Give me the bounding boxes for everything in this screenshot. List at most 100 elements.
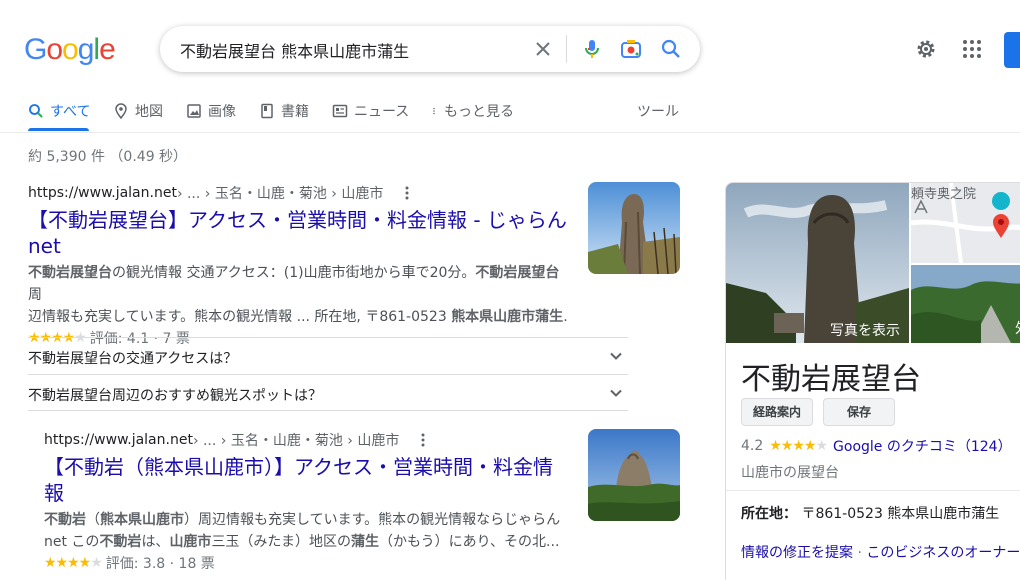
image-icon	[187, 104, 201, 118]
logo-letter: g	[77, 33, 95, 66]
snippet-highlight: 不動岩	[99, 534, 142, 550]
directions-button[interactable]: 経路案内	[741, 398, 813, 426]
tab-more[interactable]: もっと見る	[430, 101, 514, 121]
suggest-edit-link[interactable]: 情報の修正を提案	[741, 545, 853, 561]
kp-rating-value: 4.2	[741, 438, 764, 454]
search-tabs: すべて 地図 画像 書籍 ニュース もっと見る ツール	[0, 88, 1020, 133]
tab-news[interactable]: ニュース	[332, 101, 409, 121]
more-vert-icon	[433, 107, 435, 115]
result-thumbnail[interactable]	[588, 182, 680, 274]
book-icon	[261, 103, 273, 119]
kp-reviews-link[interactable]: Google のクチコミ（124）	[833, 436, 1012, 456]
clear-icon[interactable]	[531, 37, 555, 61]
kp-map[interactable]: 頼寺奥之院	[910, 183, 1020, 264]
snippet-text: は、	[141, 534, 170, 550]
google-logo[interactable]: Google	[24, 33, 116, 67]
snippet-highlight: 不動岩展望台	[475, 265, 560, 281]
rating-stars: ★★★★★	[44, 555, 103, 571]
search-box[interactable]: 不動岩展望台 熊本県山鹿市蒲生	[160, 26, 700, 72]
snippet-text: （	[86, 512, 100, 528]
snippet-line: 辺情報も充実しています。熊本の観光情報 ... 所在地, 〒861-0523 熊…	[28, 306, 573, 328]
snippet-highlight: 不動岩展望台	[28, 265, 112, 281]
tab-all[interactable]: すべて	[28, 101, 90, 121]
snippet-highlight: 蒲生	[351, 534, 380, 550]
tools-button[interactable]: ツール	[637, 101, 679, 121]
tab-maps[interactable]: 地図	[113, 101, 163, 121]
faq-bottom-divider	[28, 410, 628, 411]
kp-footer-links: 情報の修正を提案 · このビジネスのオーナー	[741, 542, 1020, 562]
rock-photo	[588, 182, 680, 274]
own-business-link[interactable]: このビジネスのオーナー	[866, 545, 1020, 561]
kp-address-value: 〒861-0523 熊本県山鹿市蒲生	[801, 506, 1000, 522]
mic-icon[interactable]	[580, 37, 604, 61]
chevron-down-icon	[610, 389, 622, 397]
snippet-line: 不動岩（熊本県山鹿市）周辺情報も充実しています。熊本の観光情報ならじゃらん	[44, 509, 572, 531]
snippet-text: （かもう）にあり、その北...	[379, 534, 560, 550]
active-tab-indicator	[28, 128, 89, 131]
search-divider	[566, 35, 567, 63]
rock-photo	[588, 429, 680, 521]
tab-images[interactable]: 画像	[186, 101, 236, 121]
snippet-text: の観光情報 交通アクセス：(1)山鹿市街地から車で20分。	[112, 265, 476, 281]
search-result: https://www.jalan.net › ... › 玉名・山鹿・菊池 ›…	[44, 430, 572, 573]
photo-label: 外	[1015, 318, 1020, 338]
kp-address-label: 所在地：	[741, 506, 797, 522]
search-input[interactable]: 不動岩展望台 熊本県山鹿市蒲生	[180, 38, 409, 62]
faq-question: 不動岩展望台の交通アクセスは？	[28, 351, 238, 367]
snippet-text: 辺情報も充実しています。熊本の観光情報 ... 所在地, 〒861-0523	[28, 309, 452, 325]
logo-letter: o	[62, 33, 79, 66]
map-label: 頼寺奥之院	[911, 187, 977, 202]
more-options-icon[interactable]	[399, 185, 415, 201]
snippet-text: 三玉（みたま）地区の	[211, 534, 352, 550]
result-title-line: 【不動岩（熊本県山鹿市）】アクセス・営業時間・料金情	[44, 455, 553, 479]
result-path: › ... › 玉名・山鹿・菊池 › 山鹿市	[192, 433, 400, 449]
kp-place-type: 山鹿市の展望台	[741, 465, 839, 481]
kp-secondary-photo[interactable]: 外	[911, 265, 1020, 343]
more-options-icon[interactable]	[415, 432, 431, 448]
logo-letter: G	[24, 33, 47, 66]
faq-item[interactable]: 不動岩展望台周辺のおすすめ観光スポットは？	[28, 374, 628, 411]
settings-gear-icon[interactable]	[914, 37, 938, 61]
map-pin-icon	[115, 103, 127, 119]
snippet-highlight: 不動岩	[44, 512, 86, 528]
apps-grid-icon[interactable]	[960, 37, 984, 61]
result-title-line: net	[28, 234, 61, 258]
search-result: https://www.jalan.net › ... › 玉名・山鹿・菊池 ›…	[28, 183, 573, 348]
save-button[interactable]: 保存	[823, 398, 895, 426]
result-path: › ... › 玉名・山鹿・菊池 › 山鹿市	[176, 186, 384, 202]
sign-in-button[interactable]	[1004, 32, 1020, 68]
result-domain: https://www.jalan.net	[44, 432, 193, 448]
snippet-text: net この	[44, 534, 100, 550]
view-photos-label[interactable]: 写真を表示	[830, 320, 900, 340]
result-breadcrumb[interactable]: https://www.jalan.net › ... › 玉名・山鹿・菊池 ›…	[44, 430, 572, 450]
result-snippet: 不動岩（熊本県山鹿市）周辺情報も充実しています。熊本の観光情報ならじゃらん ne…	[44, 509, 572, 553]
snippet-line: 不動岩展望台の観光情報 交通アクセス：(1)山鹿市街地から車で20分。不動岩展望…	[28, 262, 573, 306]
result-title-line: 報	[44, 481, 64, 505]
result-thumbnail[interactable]	[588, 429, 680, 521]
result-rating: ★★★★★ 評価: 3.8 · 18 票	[44, 553, 572, 573]
result-title-line: 【不動岩展望台】アクセス・営業時間・料金情報 - じゃらん	[28, 208, 567, 232]
snippet-text: 周	[28, 287, 42, 303]
snippet-text: .	[563, 309, 568, 325]
snippet-highlight: 熊本県山鹿市蒲生	[451, 309, 564, 325]
tab-books[interactable]: 書籍	[259, 101, 309, 121]
kp-divider	[726, 490, 1020, 491]
kp-address: 所在地： 〒861-0523 熊本県山鹿市蒲生	[741, 503, 999, 523]
result-title-link[interactable]: 【不動岩（熊本県山鹿市）】アクセス・営業時間・料金情 報	[44, 454, 572, 506]
kp-main-photo[interactable]	[726, 183, 909, 343]
result-title-link[interactable]: 【不動岩展望台】アクセス・営業時間・料金情報 - じゃらん net	[28, 207, 573, 259]
kp-rating-stars: ★★★★★	[769, 438, 828, 454]
news-icon	[332, 104, 348, 118]
search-icon[interactable]	[659, 37, 683, 61]
link-separator: ·	[853, 545, 867, 561]
result-breadcrumb[interactable]: https://www.jalan.net › ... › 玉名・山鹿・菊池 ›…	[28, 183, 573, 203]
snippet-text: ）周辺情報も充実しています。熊本の観光情報ならじゃらん	[184, 512, 561, 528]
faq-item[interactable]: 不動岩展望台の交通アクセスは？	[28, 337, 628, 374]
lens-camera-icon[interactable]	[619, 37, 643, 61]
kp-rating: 4.2 ★★★★★ Google のクチコミ（124）	[741, 436, 1012, 456]
logo-letter: o	[46, 33, 63, 66]
landscape-photo	[911, 265, 1020, 343]
snippet-line: net この不動岩は、山鹿市三玉（みたま）地区の蒲生（かもう）にあり、その北..…	[44, 531, 572, 553]
faq-question: 不動岩展望台周辺のおすすめ観光スポットは？	[28, 388, 322, 404]
kp-title: 不動岩展望台	[741, 362, 921, 397]
